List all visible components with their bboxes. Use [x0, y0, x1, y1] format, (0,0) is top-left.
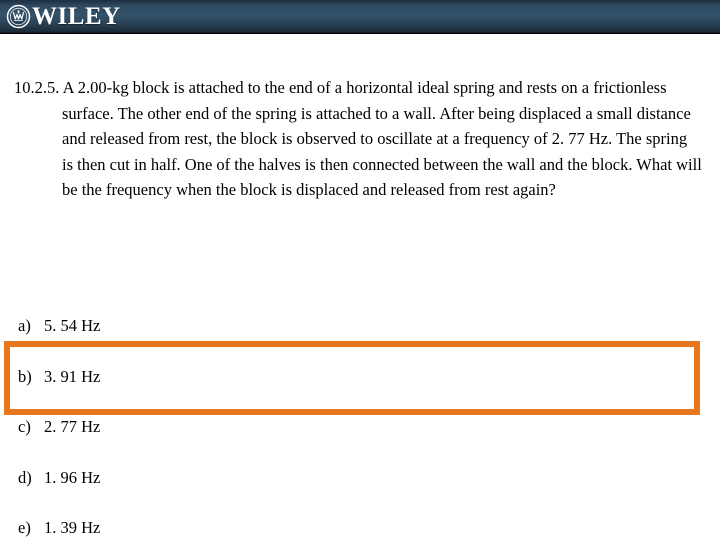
answer-option-a-value: 5. 54 Hz	[44, 316, 101, 335]
answer-option-d-value: 1. 96 Hz	[44, 468, 101, 487]
header-brand-group: WILEY	[0, 0, 720, 33]
answer-option-b-letter: b)	[18, 367, 32, 386]
answer-option-d-letter: d)	[18, 468, 32, 487]
correct-answer-highlight-box	[4, 341, 700, 415]
answer-option-e-letter: e)	[18, 518, 31, 537]
answer-option-c[interactable]: c) 2. 77 Hz	[18, 416, 100, 438]
answer-option-b-value: 3. 91 Hz	[44, 367, 101, 386]
answer-option-a-letter: a)	[18, 316, 31, 335]
wiley-crest-icon	[6, 4, 31, 29]
answer-option-c-value: 2. 77 Hz	[44, 417, 101, 436]
answer-option-b[interactable]: b) 3. 91 Hz	[18, 366, 100, 388]
question-text: 10.2.5. A 2.00-kg block is attached to t…	[14, 78, 702, 199]
answer-option-e[interactable]: e) 1. 39 Hz	[18, 517, 100, 539]
wiley-wordmark: WILEY	[32, 3, 121, 30]
answer-option-e-value: 1. 39 Hz	[44, 518, 101, 537]
answer-option-d[interactable]: d) 1. 96 Hz	[18, 467, 100, 489]
wiley-header-bar: WILEY	[0, 0, 720, 34]
slide-content: 10.2.5. A 2.00-kg block is attached to t…	[0, 35, 720, 540]
answer-option-a[interactable]: a) 5. 54 Hz	[18, 315, 100, 337]
answer-option-c-letter: c)	[18, 417, 31, 436]
